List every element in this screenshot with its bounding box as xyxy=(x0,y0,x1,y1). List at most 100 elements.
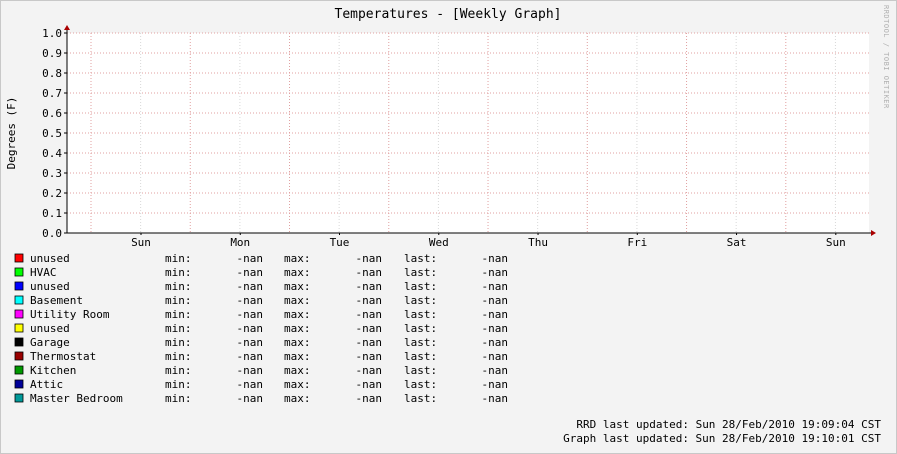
y-tick-label: 0.8 xyxy=(42,67,62,80)
legend-swatch xyxy=(14,281,24,291)
legend-swatch xyxy=(14,267,24,277)
legend-swatch xyxy=(14,253,24,263)
legend-max-label: max: xyxy=(284,392,311,405)
y-tick-label: 0.4 xyxy=(42,147,62,160)
legend-last-value: -nan xyxy=(482,280,509,293)
legend-last-label: last: xyxy=(404,280,437,293)
y-tick-label: 0.9 xyxy=(42,47,62,60)
legend-swatch xyxy=(14,379,24,389)
legend-series-name: Basement xyxy=(30,294,83,307)
legend-last-value: -nan xyxy=(482,378,509,391)
y-tick-label: 0.0 xyxy=(42,227,62,240)
legend-min-value: -nan xyxy=(237,252,264,265)
y-tick-label: 0.6 xyxy=(42,107,62,120)
legend-max-label: max: xyxy=(284,322,311,335)
y-tick-label: 0.1 xyxy=(42,207,62,220)
legend-last-label: last: xyxy=(404,266,437,279)
legend-max-value: -nan xyxy=(356,280,383,293)
legend-last-value: -nan xyxy=(482,322,509,335)
legend-min-label: min: xyxy=(165,266,192,279)
legend-min-label: min: xyxy=(165,252,192,265)
legend-min-label: min: xyxy=(165,322,192,335)
y-axis-label: Degrees (F) xyxy=(5,97,18,170)
legend-swatch xyxy=(14,309,24,319)
legend-max-value: -nan xyxy=(356,336,383,349)
legend-min-value: -nan xyxy=(237,364,264,377)
legend-min-label: min: xyxy=(165,294,192,307)
rrd-last-updated: RRD last updated: Sun 28/Feb/2010 19:09:… xyxy=(576,418,881,431)
legend-series-name: HVAC xyxy=(30,266,57,279)
legend-last-label: last: xyxy=(404,322,437,335)
legend-last-value: -nan xyxy=(482,336,509,349)
legend-last-value: -nan xyxy=(482,266,509,279)
legend-row: Master Bedroom min: -nan max: -nan last: -nan xyxy=(14,392,509,405)
legend-last-label: last: xyxy=(404,392,437,405)
y-tick-label: 0.3 xyxy=(42,167,62,180)
legend-swatch xyxy=(14,337,24,347)
legend-row: Thermostat min: -nan max: -nan last: -nan xyxy=(14,350,508,363)
legend-max-value: -nan xyxy=(356,294,383,307)
legend-max-label: max: xyxy=(284,308,311,321)
y-tick-label: 0.2 xyxy=(42,187,62,200)
y-tick-label: 1.0 xyxy=(42,27,62,40)
legend-max-value: -nan xyxy=(356,392,383,405)
legend-min-value: -nan xyxy=(237,308,264,321)
legend-swatch xyxy=(14,393,24,403)
legend-series-name: Thermostat xyxy=(30,350,96,363)
x-tick-label: Mon xyxy=(230,236,250,249)
chart-title: Temperatures - [Weekly Graph] xyxy=(335,7,562,22)
legend-min-label: min: xyxy=(165,378,192,391)
x-tick-label: Fri xyxy=(627,236,647,249)
legend-series-name: Kitchen xyxy=(30,364,76,377)
legend-max-value: -nan xyxy=(356,266,383,279)
legend-max-label: max: xyxy=(284,378,311,391)
legend-min-value: -nan xyxy=(237,294,264,307)
legend-max-label: max: xyxy=(284,294,311,307)
legend-max-value: -nan xyxy=(356,350,383,363)
legend-last-label: last: xyxy=(404,378,437,391)
legend-min-label: min: xyxy=(165,280,192,293)
legend-max-label: max: xyxy=(284,336,311,349)
legend-swatch xyxy=(14,323,24,333)
legend-series-name: Utility Room xyxy=(30,308,110,321)
legend-max-value: -nan xyxy=(356,252,383,265)
legend-max-value: -nan xyxy=(356,364,383,377)
legend-last-value: -nan xyxy=(482,308,509,321)
graph-last-updated: Graph last updated: Sun 28/Feb/2010 19:1… xyxy=(563,432,881,445)
legend-swatch xyxy=(14,365,24,375)
legend-min-label: min: xyxy=(165,392,192,405)
rrdtool-watermark: RRDTOOL / TOBI OETIKER xyxy=(882,5,890,109)
legend-last-label: last: xyxy=(404,350,437,363)
legend-last-label: last: xyxy=(404,252,437,265)
legend-series-name: Master Bedroom xyxy=(30,392,123,405)
legend-last-value: -nan xyxy=(482,392,509,405)
legend-last-label: last: xyxy=(404,364,437,377)
legend-last-value: -nan xyxy=(482,294,509,307)
x-tick-label: Sat xyxy=(727,236,747,249)
x-tick-label: Thu xyxy=(528,236,548,249)
legend-series-name: Garage xyxy=(30,336,70,349)
x-tick-label: Wed xyxy=(429,236,449,249)
legend-last-value: -nan xyxy=(482,364,509,377)
legend-swatch xyxy=(14,295,24,305)
legend-min-value: -nan xyxy=(237,280,264,293)
legend-min-value: -nan xyxy=(237,336,264,349)
legend-min-value: -nan xyxy=(237,392,264,405)
legend-max-label: max: xyxy=(284,350,311,363)
legend-min-value: -nan xyxy=(237,378,264,391)
legend-swatch xyxy=(14,351,24,361)
legend-min-value: -nan xyxy=(237,322,264,335)
legend-last-label: last: xyxy=(404,294,437,307)
legend-min-label: min: xyxy=(165,364,192,377)
legend-series-name: unused xyxy=(30,252,70,265)
legend-max-label: max: xyxy=(284,266,311,279)
x-tick-label: Tue xyxy=(330,236,350,249)
legend-min-value: -nan xyxy=(237,350,264,363)
legend-series-name: Attic xyxy=(30,378,63,391)
legend-max-value: -nan xyxy=(356,322,383,335)
legend-max-value: -nan xyxy=(356,308,383,321)
legend-max-label: max: xyxy=(284,252,311,265)
legend-min-label: min: xyxy=(165,350,192,363)
legend-min-label: min: xyxy=(165,336,192,349)
legend-row: Utility Room min: -nan max: -nan last: -nan xyxy=(14,308,509,321)
